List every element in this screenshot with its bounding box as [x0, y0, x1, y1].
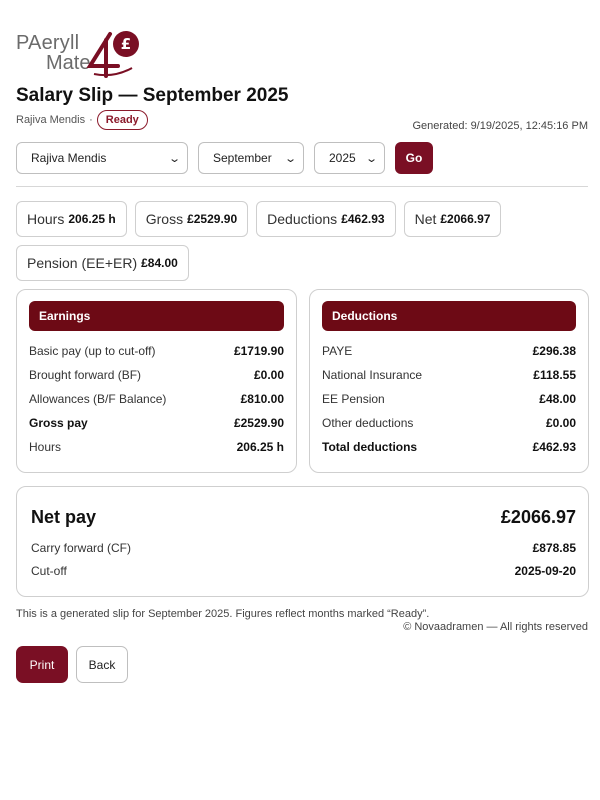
- slip-note: This is a generated slip for September 2…: [16, 608, 430, 620]
- month-select[interactable]: September ⌄: [198, 142, 304, 174]
- action-bar: Print Back: [16, 646, 128, 683]
- salary-slip-page: PAeryll Mate £ Salary Slip — September 2…: [0, 0, 600, 800]
- page-title: Salary Slip — September 2025: [16, 85, 289, 106]
- deductions-row-value: £462.93: [532, 440, 576, 454]
- status-badge: Ready: [96, 110, 148, 130]
- deductions-chip: Deductions £462.93: [256, 201, 396, 237]
- pension-chip: Pension (EE+ER) £84.00: [16, 245, 189, 281]
- summary-chips: Hours 206.25 h Gross £2529.90 Deductions…: [16, 201, 576, 281]
- net-chip: Net £2066.97: [403, 201, 502, 237]
- deductions-row-label: PAYE: [322, 344, 353, 358]
- deductions-row-label: EE Pension: [322, 392, 385, 406]
- deductions-row-label: Total deductions: [322, 440, 418, 454]
- earnings-row-value: £1719.90: [233, 344, 284, 358]
- employee-select-value: Rajiva Mendis: [31, 151, 107, 165]
- earnings-row: Hours 206.25 h: [29, 435, 284, 459]
- cutoff-row: Cut-off 2025-09-20: [31, 564, 576, 578]
- deductions-row: National Insurance £118.55: [322, 363, 576, 387]
- hours-chip-label: Hours: [27, 211, 65, 227]
- chevron-down-icon: ⌄: [167, 152, 181, 165]
- year-select-value: 2025: [329, 151, 356, 165]
- copyright-text: © Novaadramen — All rights reserved: [403, 621, 588, 633]
- deductions-row-label: Other deductions: [322, 416, 414, 430]
- cutoff-value: 2025-09-20: [514, 564, 576, 578]
- deductions-row-value: £48.00: [539, 392, 576, 406]
- gross-chip: Gross £2529.90: [134, 201, 249, 237]
- chevron-down-icon: ⌄: [283, 152, 297, 165]
- deductions-row-label: National Insurance: [322, 368, 423, 382]
- svg-text:£: £: [121, 35, 131, 53]
- hours-chip-value: 206.25 h: [68, 212, 116, 226]
- filter-bar: Rajiva Mendis ⌄ September ⌄ 2025 ⌄ Go: [16, 142, 433, 174]
- deductions-chip-label: Deductions: [267, 211, 338, 227]
- meta-separator: ·: [89, 114, 93, 126]
- carry-forward-row: Carry forward (CF) £878.85: [31, 541, 576, 555]
- pension-chip-value: £84.00: [141, 256, 178, 270]
- deductions-chip-value: £462.93: [341, 212, 385, 226]
- carry-forward-value: £878.85: [532, 541, 576, 555]
- print-button[interactable]: Print: [16, 646, 68, 683]
- deductions-card: Deductions PAYE £296.38 National Insuran…: [309, 289, 589, 473]
- deductions-row: EE Pension £48.00: [322, 387, 576, 411]
- earnings-row-value: £0.00: [253, 368, 284, 382]
- gross-chip-label: Gross: [145, 211, 184, 227]
- month-select-value: September: [213, 151, 272, 165]
- cutoff-label: Cut-off: [31, 564, 67, 578]
- deductions-row-value: £118.55: [533, 368, 576, 382]
- earnings-header: Earnings: [29, 301, 284, 331]
- employee-select[interactable]: Rajiva Mendis ⌄: [16, 142, 188, 174]
- brand-logo: PAeryll Mate £: [16, 31, 139, 78]
- deductions-row: Other deductions £0.00: [322, 411, 576, 435]
- carry-forward-label: Carry forward (CF): [31, 541, 132, 555]
- hours-chip: Hours 206.25 h: [16, 201, 127, 237]
- employee-meta: Rajiva Mendis · Ready: [16, 110, 148, 130]
- back-button[interactable]: Back: [76, 646, 128, 683]
- earnings-row-label: Basic pay (up to cut-off): [29, 344, 156, 358]
- net-pay-value: £2066.97: [500, 507, 576, 527]
- employee-name: Rajiva Mendis: [16, 114, 86, 126]
- deductions-row-value: £0.00: [545, 416, 576, 430]
- net-pay-label: Net pay: [31, 507, 97, 527]
- earnings-row-label: Gross pay: [29, 416, 88, 430]
- gross-chip-value: £2529.90: [187, 212, 238, 226]
- year-select[interactable]: 2025 ⌄: [314, 142, 385, 174]
- pension-chip-label: Pension (EE+ER): [27, 255, 138, 271]
- net-pay-card: Net pay £2066.97 Carry forward (CF) £878…: [16, 486, 589, 597]
- deductions-row: PAYE £296.38: [322, 339, 576, 363]
- divider: [16, 186, 588, 187]
- deductions-header: Deductions: [322, 301, 576, 331]
- earnings-row-label: Brought forward (BF): [29, 368, 142, 382]
- earnings-row: Brought forward (BF) £0.00: [29, 363, 284, 387]
- net-chip-value: £2066.97: [440, 212, 491, 226]
- deductions-row-value: £296.38: [532, 344, 576, 358]
- earnings-row-value: £2529.90: [233, 416, 284, 430]
- earnings-row-label: Allowances (B/F Balance): [29, 392, 167, 406]
- earnings-row: Basic pay (up to cut-off) £1719.90: [29, 339, 284, 363]
- earnings-row-value: 206.25 h: [236, 440, 284, 454]
- pound-four-logo-icon: £: [86, 31, 139, 78]
- earnings-row-label: Hours: [29, 440, 62, 454]
- earnings-row-value: £810.00: [240, 392, 284, 406]
- earnings-row: Gross pay £2529.90: [29, 411, 284, 435]
- generated-timestamp: Generated: 9/19/2025, 12:45:16 PM: [412, 120, 588, 132]
- net-chip-label: Net: [414, 211, 437, 227]
- earnings-row: Allowances (B/F Balance) £810.00: [29, 387, 284, 411]
- chevron-down-icon: ⌄: [364, 152, 378, 165]
- earnings-card: Earnings Basic pay (up to cut-off) £1719…: [16, 289, 297, 473]
- go-button[interactable]: Go: [395, 142, 433, 174]
- deductions-row: Total deductions £462.93: [322, 435, 576, 459]
